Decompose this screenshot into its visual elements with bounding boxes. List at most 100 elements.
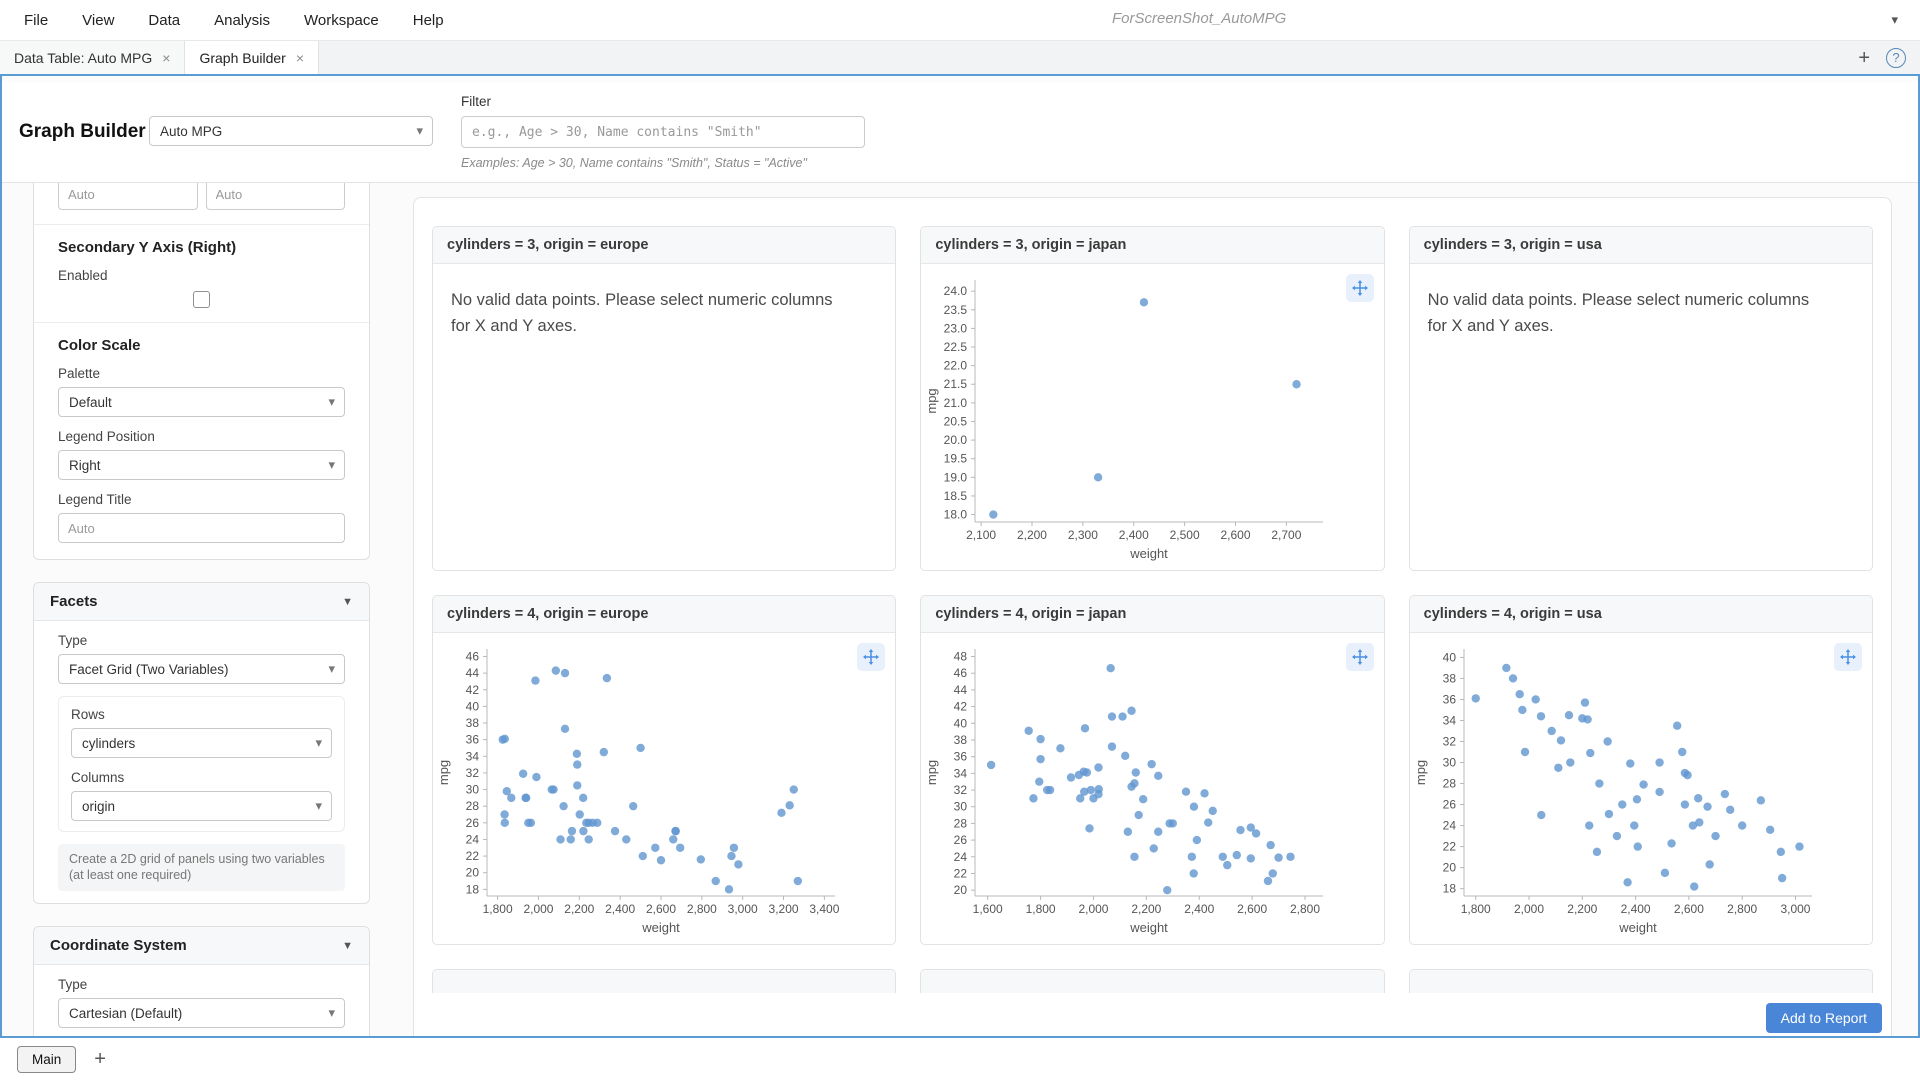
settings-sidebar[interactable]: Secondary Y Axis (Right) Enabled Color S… [33,183,370,1038]
workspace-tab-main[interactable]: Main [17,1046,76,1073]
axis-settings-card: Secondary Y Axis (Right) Enabled Color S… [33,183,370,560]
svg-text:18.0: 18.0 [944,508,968,522]
svg-text:23.5: 23.5 [944,303,968,317]
facet-panel-partial [432,969,896,993]
menu-item-file[interactable]: File [24,12,48,29]
dataset-select-value: Auto MPG [160,124,222,139]
help-icon[interactable]: ? [1886,48,1906,68]
svg-text:2,000: 2,000 [523,902,553,916]
facet-panel-title [921,970,1383,993]
svg-text:20.5: 20.5 [944,414,968,428]
filter-examples-text: Examples: Age > 30, Name contains "Smith… [461,156,807,170]
svg-text:22.5: 22.5 [944,340,968,354]
coordinate-type-select[interactable]: Cartesian (Default) [58,998,345,1028]
svg-text:2,600: 2,600 [646,902,676,916]
svg-text:32: 32 [1442,734,1456,748]
pan-icon[interactable] [1346,643,1374,671]
facet-panel-c3-japan: cylinders = 3, origin = japan 2,1002,200… [920,226,1384,571]
tabbar: Data Table: Auto MPG × Graph Builder × +… [0,40,1920,74]
menu-items: File View Data Analysis Workspace Help [24,12,444,29]
menu-item-view[interactable]: View [82,12,114,29]
add-to-report-button[interactable]: Add to Report [1766,1003,1882,1033]
svg-text:24: 24 [1442,819,1456,833]
filter-input[interactable] [461,116,865,148]
coordinate-system-section-header[interactable]: Coordinate System ▼ [34,927,369,965]
menubar: File View Data Analysis Workspace Help F… [0,0,1920,40]
svg-text:32: 32 [954,783,968,797]
svg-text:weight: weight [641,920,680,935]
menu-item-data[interactable]: Data [148,12,180,29]
facet-panel-title: cylinders = 4, origin = japan [921,596,1383,633]
facet-rows-select[interactable]: cylinders [71,728,332,758]
facet-rows-select-value: cylinders [82,736,135,751]
svg-text:26: 26 [954,833,968,847]
svg-text:22: 22 [954,866,968,880]
legend-position-label: Legend Position [58,429,345,444]
menu-item-workspace[interactable]: Workspace [304,12,379,29]
palette-select[interactable]: Default [58,387,345,417]
facet-panel-c3-europe: cylinders = 3, origin = europe No valid … [432,226,896,571]
facets-section-header[interactable]: Facets ▼ [34,583,369,621]
svg-text:34: 34 [1442,713,1456,727]
svg-text:mpg: mpg [924,760,939,785]
svg-text:21.0: 21.0 [944,396,968,410]
svg-text:26: 26 [466,816,480,830]
dataset-select[interactable]: Auto MPG [149,116,433,146]
svg-text:weight: weight [1130,920,1169,935]
pan-icon[interactable] [857,643,885,671]
svg-text:42: 42 [466,683,480,697]
svg-text:2,400: 2,400 [1185,902,1215,916]
facet-type-select[interactable]: Facet Grid (Two Variables) [58,654,345,684]
svg-text:1,800: 1,800 [483,902,513,916]
svg-text:24: 24 [954,850,968,864]
tab-data-table[interactable]: Data Table: Auto MPG × [0,41,185,74]
svg-text:20: 20 [1442,861,1456,875]
scatter-plot[interactable]: 1,6001,8002,0002,2002,4002,6002,80020222… [921,633,1383,944]
add-tab-icon[interactable]: + [1858,48,1870,68]
content-frame: Graph Builder Auto MPG Filter Examples: … [0,74,1920,1038]
facet-panel-title: cylinders = 4, origin = usa [1410,596,1872,633]
menu-item-help[interactable]: Help [413,12,444,29]
empty-data-message: No valid data points. Please select nume… [433,264,873,363]
svg-text:40: 40 [466,699,480,713]
axis-min-input[interactable] [58,183,198,210]
svg-text:3,400: 3,400 [809,902,839,916]
scatter-plot[interactable]: 2,1002,2002,3002,4002,5002,6002,70018.01… [921,264,1383,570]
facet-columns-label: Columns [71,770,332,785]
scatter-plot[interactable]: 1,8002,0002,2002,4002,6002,8003,0003,200… [433,633,895,944]
facet-type-select-value: Facet Grid (Two Variables) [69,662,229,677]
close-icon[interactable]: × [162,51,170,65]
facet-columns-select[interactable]: origin [71,791,332,821]
legend-position-select[interactable]: Right [58,450,345,480]
add-workspace-icon[interactable]: + [94,1049,106,1069]
axis-max-input[interactable] [206,183,346,210]
svg-text:1,800: 1,800 [1026,902,1056,916]
secondary-y-axis-title: Secondary Y Axis (Right) [58,239,345,256]
coordinate-system-card: Coordinate System ▼ Type Cartesian (Defa… [33,926,370,1038]
chevron-down-icon: ▼ [342,596,353,608]
tab-graph-builder[interactable]: Graph Builder × [185,41,319,74]
legend-title-input[interactable] [58,513,345,543]
svg-text:18.5: 18.5 [944,489,968,503]
svg-text:2,600: 2,600 [1237,902,1267,916]
svg-text:44: 44 [954,683,968,697]
pan-icon[interactable] [1834,643,1862,671]
svg-text:2,200: 2,200 [564,902,594,916]
close-icon[interactable]: × [296,51,304,65]
secondary-y-enabled-checkbox[interactable] [193,291,210,308]
svg-text:40: 40 [954,716,968,730]
bottombar: Main + [0,1038,1920,1080]
svg-text:20: 20 [466,866,480,880]
svg-text:42: 42 [954,700,968,714]
svg-text:2,000: 2,000 [1079,902,1109,916]
plots-viewport[interactable]: cylinders = 3, origin = europe No valid … [414,198,1891,993]
svg-text:2,500: 2,500 [1170,528,1200,542]
chevron-down-icon[interactable]: ▾ [1891,12,1898,28]
svg-text:3,000: 3,000 [728,902,758,916]
divider [34,224,369,225]
svg-text:2,000: 2,000 [1514,902,1544,916]
svg-text:19.5: 19.5 [944,452,968,466]
scatter-plot[interactable]: 1,8002,0002,2002,4002,6002,8003,00018202… [1410,633,1872,944]
menu-item-analysis[interactable]: Analysis [214,12,270,29]
pan-icon[interactable] [1346,274,1374,302]
